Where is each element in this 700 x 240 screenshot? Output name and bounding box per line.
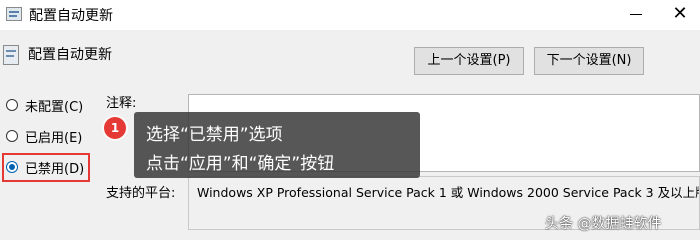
radio-not-configured[interactable] — [6, 99, 18, 111]
option-not-configured-label: 未配置(C) — [25, 100, 84, 115]
supported-platforms-value: Windows XP Professional Service Pack 1 或… — [197, 185, 700, 200]
close-button[interactable]: ✕ — [660, 0, 700, 28]
comment-label: 注释: — [106, 96, 137, 111]
disabled-highlight-box — [2, 153, 90, 182]
instruction-callout: 选择“已禁用”选项 点击“应用”和“确定”按钮 — [134, 112, 420, 178]
radio-enabled[interactable] — [6, 130, 18, 142]
supported-platforms-label: 支持的平台: — [106, 186, 176, 201]
step-number-badge: 1 — [104, 117, 126, 139]
policy-settings-icon — [6, 7, 22, 21]
callout-line-2: 点击“应用”和“确定”按钮 — [146, 154, 335, 174]
policy-settings-icon — [3, 45, 19, 65]
title-bar: 配置自动更新 ✕ — [0, 0, 700, 30]
close-icon: ✕ — [672, 3, 688, 24]
callout-line-1: 选择“已禁用”选项 — [146, 125, 283, 145]
watermark: 头条 @数据蛙软件 — [545, 216, 662, 232]
page-title: 配置自动更新 — [28, 47, 112, 63]
previous-setting-button[interactable]: 上一个设置(P) — [414, 47, 524, 75]
next-setting-button[interactable]: 下一个设置(N) — [534, 47, 644, 75]
window-title: 配置自动更新 — [29, 8, 113, 24]
minimize-button[interactable] — [622, 0, 652, 28]
option-enabled-label: 已启用(E) — [25, 131, 83, 146]
